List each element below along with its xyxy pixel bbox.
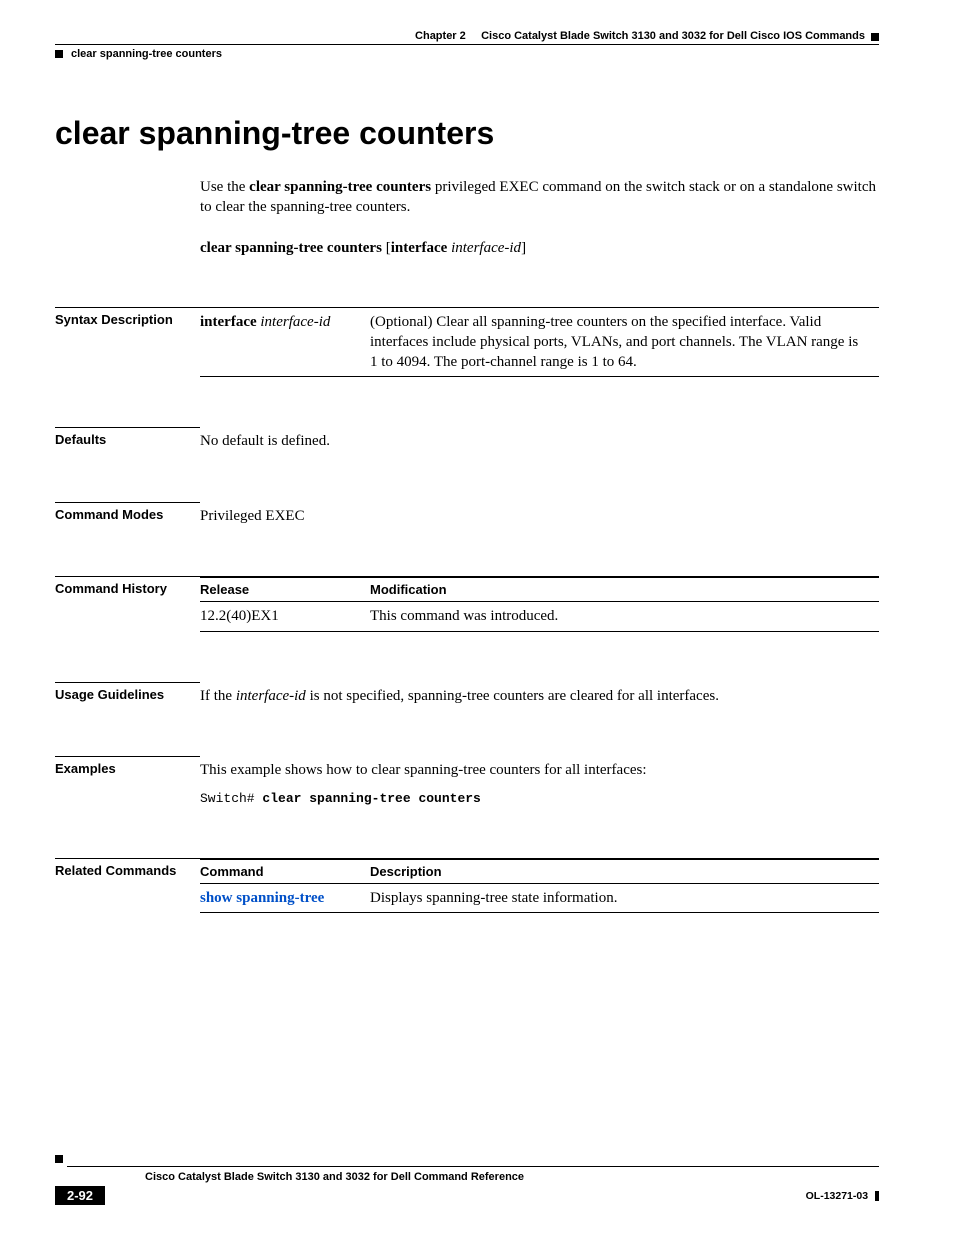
section-label: Related Commands xyxy=(55,858,200,914)
section-label: Command Modes xyxy=(55,502,200,526)
section-command-history: Command History Release Modification 12.… xyxy=(55,576,879,632)
syntax-desc-kw: interface xyxy=(200,314,257,330)
section-related-commands: Related Commands Command Description sho… xyxy=(55,858,879,914)
footer-book-title: Cisco Catalyst Blade Switch 3130 and 303… xyxy=(55,1167,879,1183)
code-cmd: clear spanning-tree counters xyxy=(262,791,480,806)
document-id: OL-13271-03 xyxy=(806,1190,879,1202)
usage-text: If the interface-id is not specified, sp… xyxy=(200,682,879,706)
section-examples: Examples This example shows how to clear… xyxy=(55,756,879,808)
section-label: Defaults xyxy=(55,427,200,451)
header-breadcrumb-line: clear spanning-tree counters xyxy=(55,48,879,60)
intro-pre: Use the xyxy=(200,179,249,195)
section-label: Examples xyxy=(55,756,200,808)
code-prompt: Switch# xyxy=(200,791,262,806)
related-commands-table: Command Description show spanning-tree D… xyxy=(200,858,879,914)
related-header-command: Command xyxy=(200,859,370,884)
syntax-close: ] xyxy=(521,240,526,256)
breadcrumb-marker xyxy=(55,50,63,58)
syntax-open: [ xyxy=(382,240,391,256)
history-header-release: Release xyxy=(200,577,370,602)
section-usage-guidelines: Usage Guidelines If the interface-id is … xyxy=(55,682,879,706)
page-footer: Cisco Catalyst Blade Switch 3130 and 303… xyxy=(55,1159,879,1205)
modes-text: Privileged EXEC xyxy=(200,502,879,526)
syntax-desc-text: (Optional) Clear all spanning-tree count… xyxy=(370,307,879,377)
footer-marker xyxy=(55,1155,63,1163)
header-end-marker xyxy=(871,33,879,41)
command-syntax: clear spanning-tree counters [interface … xyxy=(200,240,879,257)
section-defaults: Defaults No default is defined. xyxy=(55,427,879,451)
syntax-desc-arg: interface-id xyxy=(257,314,331,330)
chapter-title: Cisco Catalyst Blade Switch 3130 and 303… xyxy=(481,30,865,42)
page-number: 2-92 xyxy=(55,1186,105,1205)
related-header-description: Description xyxy=(370,859,879,884)
syntax-cmd: clear spanning-tree counters xyxy=(200,240,382,256)
usage-pre: If the xyxy=(200,688,236,704)
syntax-description-table: interface interface-id (Optional) Clear … xyxy=(200,307,879,378)
section-label: Command History xyxy=(55,576,200,632)
usage-post: is not specified, spanning-tree counters… xyxy=(306,688,719,704)
history-header-modification: Modification xyxy=(370,577,879,602)
defaults-text: No default is defined. xyxy=(200,427,879,451)
history-table: Release Modification 12.2(40)EX1 This co… xyxy=(200,576,879,632)
history-modification: This command was introduced. xyxy=(370,602,879,631)
related-command-link[interactable]: show spanning-tree xyxy=(200,890,324,906)
section-label: Usage Guidelines xyxy=(55,682,200,706)
syntax-keyword: interface xyxy=(391,240,448,256)
header-chapter-line: Chapter 2 Cisco Catalyst Blade Switch 31… xyxy=(55,30,879,44)
page-title: clear spanning-tree counters xyxy=(55,115,879,152)
section-syntax-description: Syntax Description interface interface-i… xyxy=(55,307,879,378)
usage-arg: interface-id xyxy=(236,688,306,704)
related-description: Displays spanning-tree state information… xyxy=(370,884,879,913)
intro-paragraph: Use the clear spanning-tree counters pri… xyxy=(200,177,879,218)
section-label: Syntax Description xyxy=(55,307,200,378)
intro-cmd: clear spanning-tree counters xyxy=(249,179,431,195)
syntax-arg: interface-id xyxy=(447,240,521,256)
breadcrumb: clear spanning-tree counters xyxy=(71,48,222,60)
section-command-modes: Command Modes Privileged EXEC xyxy=(55,502,879,526)
examples-text: This example shows how to clear spanning… xyxy=(200,760,879,780)
history-release: 12.2(40)EX1 xyxy=(200,602,370,631)
chapter-label: Chapter 2 xyxy=(415,30,466,42)
examples-code: Switch# clear spanning-tree counters xyxy=(200,790,879,808)
